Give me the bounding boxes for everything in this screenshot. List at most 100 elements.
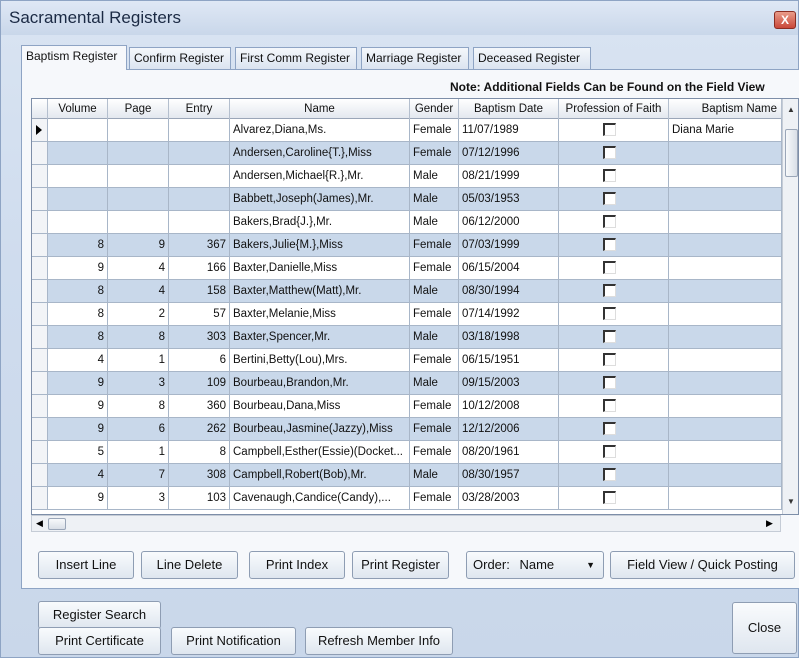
scroll-up-arrow-icon[interactable]: ▲ — [787, 105, 795, 114]
cell-bname[interactable] — [669, 441, 782, 464]
cell-volume[interactable] — [48, 211, 108, 234]
cell-date[interactable]: 08/20/1961 — [459, 441, 559, 464]
profession-of-faith-checkbox[interactable] — [603, 238, 616, 251]
cell-bname[interactable] — [669, 257, 782, 280]
profession-of-faith-checkbox[interactable] — [603, 468, 616, 481]
cell-page[interactable]: 7 — [108, 464, 169, 487]
profession-of-faith-checkbox[interactable] — [603, 445, 616, 458]
cell-bname[interactable] — [669, 234, 782, 257]
cell-bname[interactable] — [669, 188, 782, 211]
table-row[interactable]: Babbett,Joseph(James),Mr. Male 05/03/1953 — [32, 188, 798, 211]
cell-name[interactable]: Baxter,Melanie,Miss — [230, 303, 410, 326]
cell-volume[interactable]: 8 — [48, 280, 108, 303]
cell-name[interactable]: Baxter,Matthew(Matt),Mr. — [230, 280, 410, 303]
profession-of-faith-cell[interactable] — [559, 257, 669, 280]
row-selector[interactable] — [32, 234, 48, 257]
cell-name[interactable]: Babbett,Joseph(James),Mr. — [230, 188, 410, 211]
scroll-down-arrow-icon[interactable]: ▼ — [787, 497, 795, 506]
table-row[interactable]: 9 4 166 Baxter,Danielle,Miss Female 06/15/200… — [32, 257, 798, 280]
tab-deceased-register[interactable]: Deceased Register — [473, 47, 591, 69]
table-row[interactable]: 8 9 367 Bakers,Julie{M.},Miss Female 07/03/19… — [32, 234, 798, 257]
cell-gender[interactable]: Female — [410, 418, 459, 441]
profession-of-faith-checkbox[interactable] — [603, 123, 616, 136]
table-row[interactable]: 8 4 158 Baxter,Matthew(Matt),Mr. Male 08/30/1… — [32, 280, 798, 303]
cell-date[interactable]: 08/30/1957 — [459, 464, 559, 487]
field-view-quick-posting-button[interactable]: Field View / Quick Posting — [610, 551, 795, 579]
horizontal-scrollbar[interactable]: ◀ ▶ — [31, 515, 781, 532]
cell-bname[interactable] — [669, 326, 782, 349]
table-row[interactable]: 8 2 57 Baxter,Melanie,Miss Female 07/14/1992 — [32, 303, 798, 326]
column-header-profession-of-faith[interactable]: Profession of Faith — [559, 99, 669, 119]
cell-page[interactable]: 4 — [108, 257, 169, 280]
cell-bname[interactable] — [669, 464, 782, 487]
cell-entry[interactable]: 360 — [169, 395, 230, 418]
cell-volume[interactable]: 9 — [48, 395, 108, 418]
cell-gender[interactable]: Female — [410, 349, 459, 372]
row-selector[interactable] — [32, 257, 48, 280]
cell-date[interactable]: 10/12/2008 — [459, 395, 559, 418]
cell-volume[interactable]: 9 — [48, 418, 108, 441]
row-selector[interactable] — [32, 441, 48, 464]
cell-date[interactable]: 03/28/2003 — [459, 487, 559, 510]
cell-gender[interactable]: Female — [410, 234, 459, 257]
table-row[interactable]: Bakers,Brad{J.},Mr. Male 06/12/2000 — [32, 211, 798, 234]
cell-gender[interactable]: Male — [410, 211, 459, 234]
scroll-left-arrow-icon[interactable]: ◀ — [36, 518, 43, 529]
cell-bname[interactable] — [669, 395, 782, 418]
cell-name[interactable]: Bourbeau,Dana,Miss — [230, 395, 410, 418]
cell-date[interactable]: 06/12/2000 — [459, 211, 559, 234]
profession-of-faith-cell[interactable] — [559, 234, 669, 257]
cell-volume[interactable]: 4 — [48, 464, 108, 487]
cell-page[interactable] — [108, 142, 169, 165]
cell-entry[interactable]: 262 — [169, 418, 230, 441]
profession-of-faith-cell[interactable] — [559, 165, 669, 188]
table-row[interactable]: 9 3 103 Cavenaugh,Candice(Candy),... Female 0… — [32, 487, 798, 510]
cell-page[interactable]: 1 — [108, 349, 169, 372]
cell-page[interactable]: 3 — [108, 372, 169, 395]
cell-gender[interactable]: Female — [410, 487, 459, 510]
cell-gender[interactable]: Male — [410, 280, 459, 303]
profession-of-faith-cell[interactable] — [559, 395, 669, 418]
cell-entry[interactable]: 109 — [169, 372, 230, 395]
cell-entry[interactable]: 308 — [169, 464, 230, 487]
cell-entry[interactable] — [169, 119, 230, 142]
profession-of-faith-cell[interactable] — [559, 280, 669, 303]
profession-of-faith-checkbox[interactable] — [603, 146, 616, 159]
scroll-right-arrow-icon[interactable]: ▶ — [766, 518, 773, 529]
cell-entry[interactable]: 158 — [169, 280, 230, 303]
cell-entry[interactable] — [169, 142, 230, 165]
cell-volume[interactable] — [48, 188, 108, 211]
cell-date[interactable]: 07/12/1996 — [459, 142, 559, 165]
profession-of-faith-cell[interactable] — [559, 441, 669, 464]
cell-entry[interactable]: 367 — [169, 234, 230, 257]
vertical-scrollbar[interactable]: ▲ ▼ — [782, 99, 798, 514]
row-selector[interactable] — [32, 418, 48, 441]
cell-volume[interactable] — [48, 165, 108, 188]
cell-gender[interactable]: Male — [410, 372, 459, 395]
row-selector[interactable] — [32, 372, 48, 395]
cell-name[interactable]: Bakers,Julie{M.},Miss — [230, 234, 410, 257]
profession-of-faith-cell[interactable] — [559, 142, 669, 165]
cell-page[interactable]: 8 — [108, 395, 169, 418]
cell-name[interactable]: Campbell,Robert(Bob),Mr. — [230, 464, 410, 487]
cell-entry[interactable]: 8 — [169, 441, 230, 464]
cell-date[interactable]: 05/03/1953 — [459, 188, 559, 211]
cell-name[interactable]: Baxter,Danielle,Miss — [230, 257, 410, 280]
table-row[interactable]: 5 1 8 Campbell,Esther(Essie)(Docket... Femal… — [32, 441, 798, 464]
vertical-scroll-thumb[interactable] — [785, 129, 798, 177]
row-selector[interactable] — [32, 165, 48, 188]
cell-entry[interactable]: 166 — [169, 257, 230, 280]
register-search-button[interactable]: Register Search — [38, 601, 161, 629]
insert-line-button[interactable]: Insert Line — [38, 551, 134, 579]
cell-date[interactable]: 08/21/1999 — [459, 165, 559, 188]
row-selector[interactable] — [32, 349, 48, 372]
cell-gender[interactable]: Male — [410, 165, 459, 188]
cell-page[interactable]: 6 — [108, 418, 169, 441]
cell-date[interactable]: 07/14/1992 — [459, 303, 559, 326]
print-index-button[interactable]: Print Index — [249, 551, 345, 579]
cell-gender[interactable]: Female — [410, 395, 459, 418]
cell-bname[interactable] — [669, 372, 782, 395]
cell-date[interactable]: 09/15/2003 — [459, 372, 559, 395]
cell-gender[interactable]: Female — [410, 119, 459, 142]
cell-bname[interactable] — [669, 165, 782, 188]
